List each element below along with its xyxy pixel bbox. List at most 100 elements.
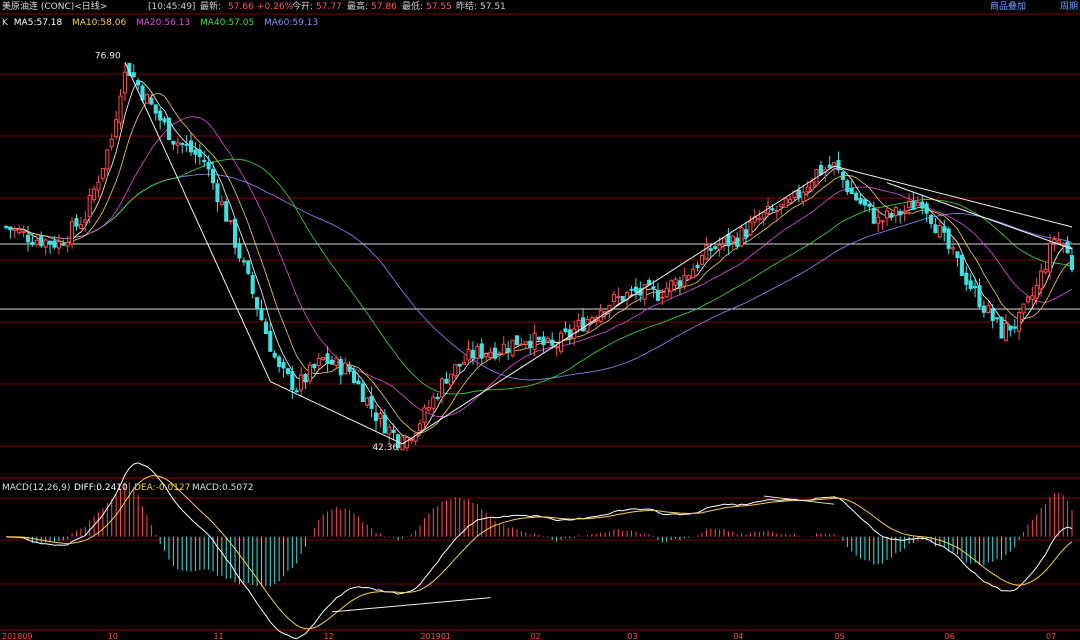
candle [466,340,471,363]
candle [193,142,198,164]
candle [347,361,352,375]
candle-body [431,396,436,409]
candle [1056,231,1061,246]
candle-body [48,240,53,245]
candle-body [285,368,290,374]
candle [277,354,282,373]
candle [1069,247,1075,273]
candle-body [611,294,616,302]
candle [514,335,520,346]
candle-body [1056,240,1061,244]
candle-body [1021,303,1026,314]
candle-body [708,248,713,251]
candle-body [999,316,1004,339]
candle [343,357,348,375]
candle [528,334,533,355]
candle [92,185,97,204]
candle [70,217,75,249]
candle [153,104,158,121]
candle-body [373,412,379,422]
candle-body [492,347,497,359]
candle-body [1034,284,1039,299]
candle [3,225,9,230]
candle [616,287,621,303]
candle [867,203,872,213]
candle-body [131,72,136,78]
candle [250,271,255,299]
candle [131,64,136,79]
candle-body [726,233,731,247]
candle-body [1003,322,1008,341]
candle-body [563,328,568,333]
candle-body [180,142,185,145]
candle-body [114,119,119,138]
candle [854,190,859,202]
candle [981,300,986,318]
candle-body [435,396,440,399]
candle-body [237,243,242,259]
candle [21,225,26,238]
candle [241,257,246,266]
candle-body [695,264,700,269]
ma-legend-item: MA40:57.05 [200,18,254,28]
candle-body [924,203,929,214]
candle [1003,314,1008,342]
candle [210,160,216,190]
candle-body [968,280,973,289]
candle [166,117,172,141]
candle-body [995,317,1000,320]
kline-chart[interactable]: 76.90 42.36 K MA5:57.18 MA10:58.06 MA20:56.13… [0,0,1080,640]
candle [171,140,176,151]
candle-body [109,138,114,148]
candle-body [651,286,656,289]
candle [158,107,163,130]
candle [968,273,973,292]
candle-body [880,220,885,223]
candle [325,346,330,373]
candle-body [30,241,35,246]
candle-body [801,191,806,202]
candle [8,226,13,239]
candle [338,356,343,385]
candle-body [545,337,550,342]
candle [933,217,938,234]
candle-body [197,149,202,158]
candle [197,143,202,165]
candle [862,198,868,212]
price-annotation: 42.36 [372,443,398,453]
candle [255,297,260,317]
ma10-line [5,93,1073,433]
candle-body [56,241,61,249]
candle [373,404,379,431]
candle-body [338,358,343,376]
candle-body [911,200,916,211]
candle-body [83,219,88,223]
candle-body [65,241,70,247]
candle-body [858,197,863,204]
candle [774,205,779,221]
candle [699,253,705,266]
candle [836,151,841,174]
candle [219,195,224,207]
candle-body [1025,296,1030,303]
candle [206,155,211,177]
candle [928,214,934,229]
candle [290,365,295,400]
candle-body [263,321,268,335]
x-tick-label: 04 [733,632,743,640]
candle [677,276,683,296]
candle [426,399,431,413]
candle-body [175,142,180,146]
candle [422,404,427,430]
candle [39,231,44,248]
candle [228,220,233,225]
candle-body [255,297,260,310]
candle-body [158,110,163,121]
candle [356,376,361,385]
candle-body [906,200,912,208]
candle-body [536,336,542,340]
candle-body [307,364,312,382]
candle-body [250,275,255,294]
candle-body [466,348,471,361]
ma40-line [5,158,1073,395]
